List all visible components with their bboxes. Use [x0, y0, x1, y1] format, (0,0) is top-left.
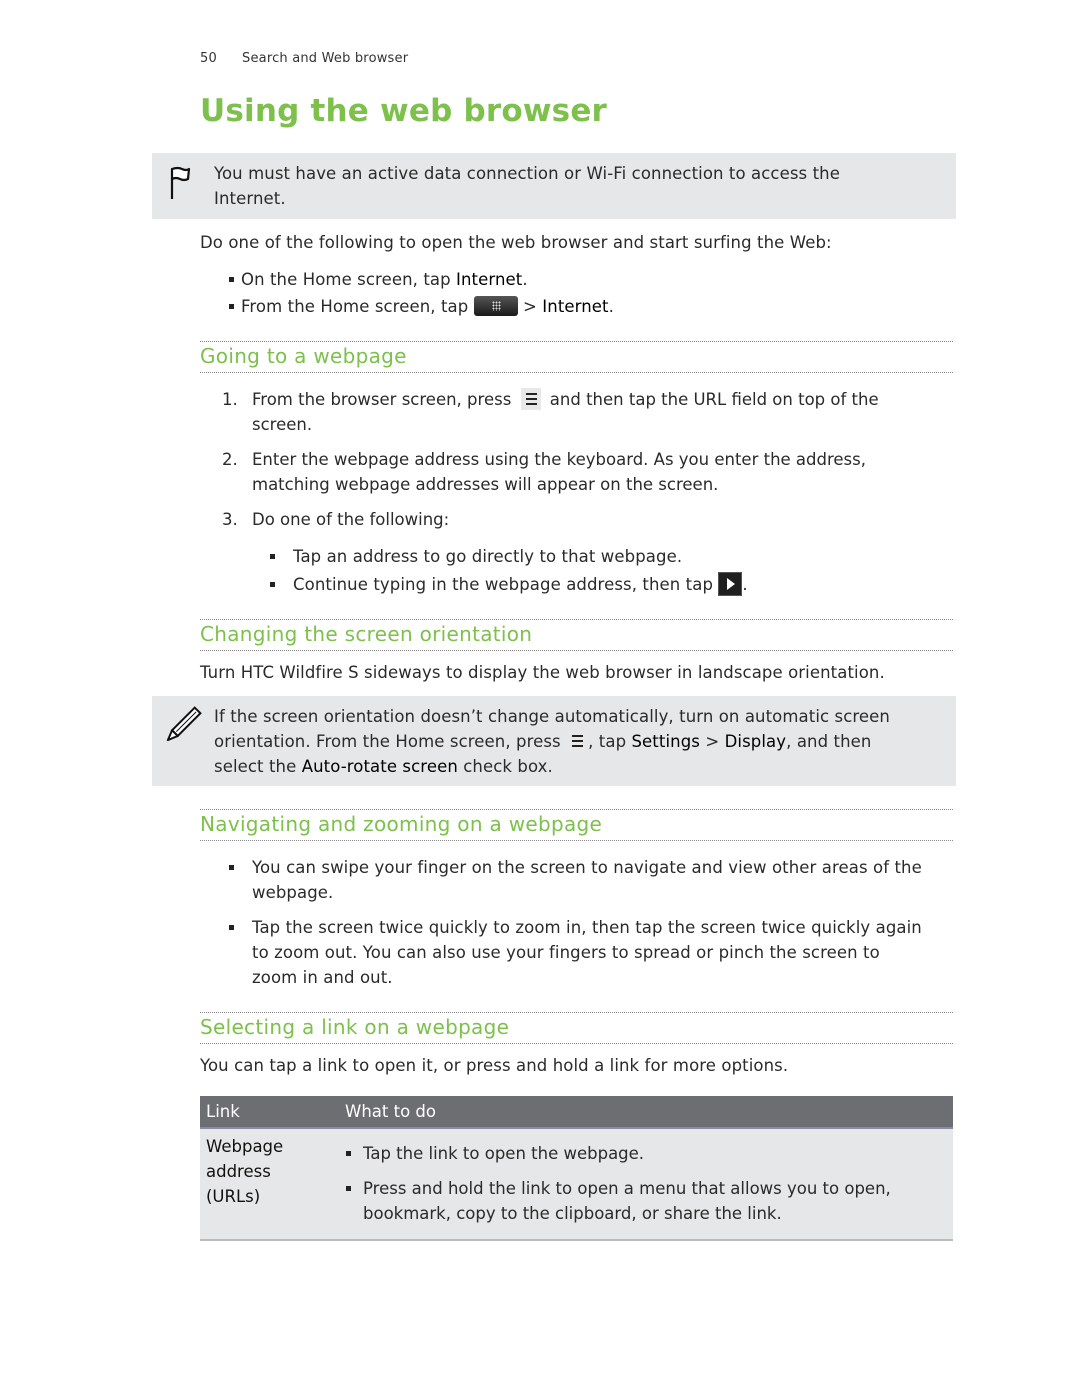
bullet-icon	[229, 865, 234, 870]
section-navigating-zooming: Navigating and zooming on a webpage	[200, 809, 953, 841]
navigating-bullet-1: You can swipe your finger on the screen …	[229, 855, 954, 905]
orientation-text: Turn HTC Wildfire S sideways to display …	[200, 663, 885, 682]
section-screen-orientation: Changing the screen orientation	[200, 619, 953, 651]
column-header-what-to-do: What to do	[345, 1102, 436, 1121]
bullet-icon	[270, 582, 275, 587]
menu-icon	[567, 729, 588, 752]
internet-label: Internet	[456, 270, 523, 289]
pencil-icon	[162, 706, 202, 750]
section-heading: Selecting a link on a webpage	[200, 1015, 510, 1039]
note-box-data-connection: You must have an active data connection …	[152, 153, 956, 219]
step-3-bullet-2: Continue typing in the webpage address, …	[270, 571, 748, 598]
bullet-icon	[229, 925, 234, 930]
action-bullet-1: Tap the link to open the webpage.	[346, 1141, 936, 1166]
page-number: 50	[200, 51, 217, 66]
go-arrow-icon	[718, 571, 743, 596]
navigating-bullet-2: Tap the screen twice quickly to zoom in,…	[229, 915, 954, 990]
page-title: Using the web browser	[200, 93, 608, 129]
page-header: 50 Search and Web browser	[200, 51, 408, 66]
auto-rotate-label: Auto-rotate screen	[301, 757, 458, 776]
bullet-icon	[270, 554, 275, 559]
chapter-title: Search and Web browser	[242, 51, 409, 66]
bullet-icon	[229, 277, 234, 282]
column-header-link: Link	[206, 1102, 240, 1121]
cell-link-type: Webpage address (URLs)	[206, 1137, 284, 1206]
menu-icon	[520, 387, 541, 410]
section-heading: Navigating and zooming on a webpage	[200, 812, 603, 836]
note-text: You must have an active data connection …	[214, 164, 840, 208]
flag-icon	[168, 165, 192, 205]
table-header: Link What to do	[200, 1096, 953, 1129]
settings-label: Settings	[631, 732, 700, 751]
action-bullet-2: Press and hold the link to open a menu t…	[346, 1176, 936, 1226]
section-selecting-link: Selecting a link on a webpage	[200, 1012, 953, 1044]
bullet-icon	[346, 1186, 351, 1191]
intro-bullet-1: On the Home screen, tap Internet.	[229, 267, 528, 292]
display-label: Display	[724, 732, 787, 751]
link-actions-table: Link What to do Webpage address (URLs) T…	[200, 1096, 953, 1241]
all-apps-icon	[473, 295, 518, 316]
intro-bullet-2: From the Home screen, tap > Internet.	[229, 294, 614, 319]
selecting-text: You can tap a link to open it, or press …	[200, 1056, 789, 1075]
note-text: If the screen orientation doesn’t change…	[214, 707, 890, 776]
section-going-to-webpage: Going to a webpage	[200, 341, 953, 373]
internet-label: Internet	[542, 297, 609, 316]
table-row: Webpage address (URLs) Tap the link to o…	[200, 1129, 953, 1241]
section-heading: Changing the screen orientation	[200, 622, 533, 646]
step-3-bullet-1: Tap an address to go directly to that we…	[270, 544, 682, 569]
intro-text: Do one of the following to open the web …	[200, 233, 832, 252]
bullet-icon	[346, 1151, 351, 1156]
note-box-auto-rotate: If the screen orientation doesn’t change…	[152, 696, 956, 786]
bullet-icon	[229, 304, 234, 309]
section-heading: Going to a webpage	[200, 344, 407, 368]
